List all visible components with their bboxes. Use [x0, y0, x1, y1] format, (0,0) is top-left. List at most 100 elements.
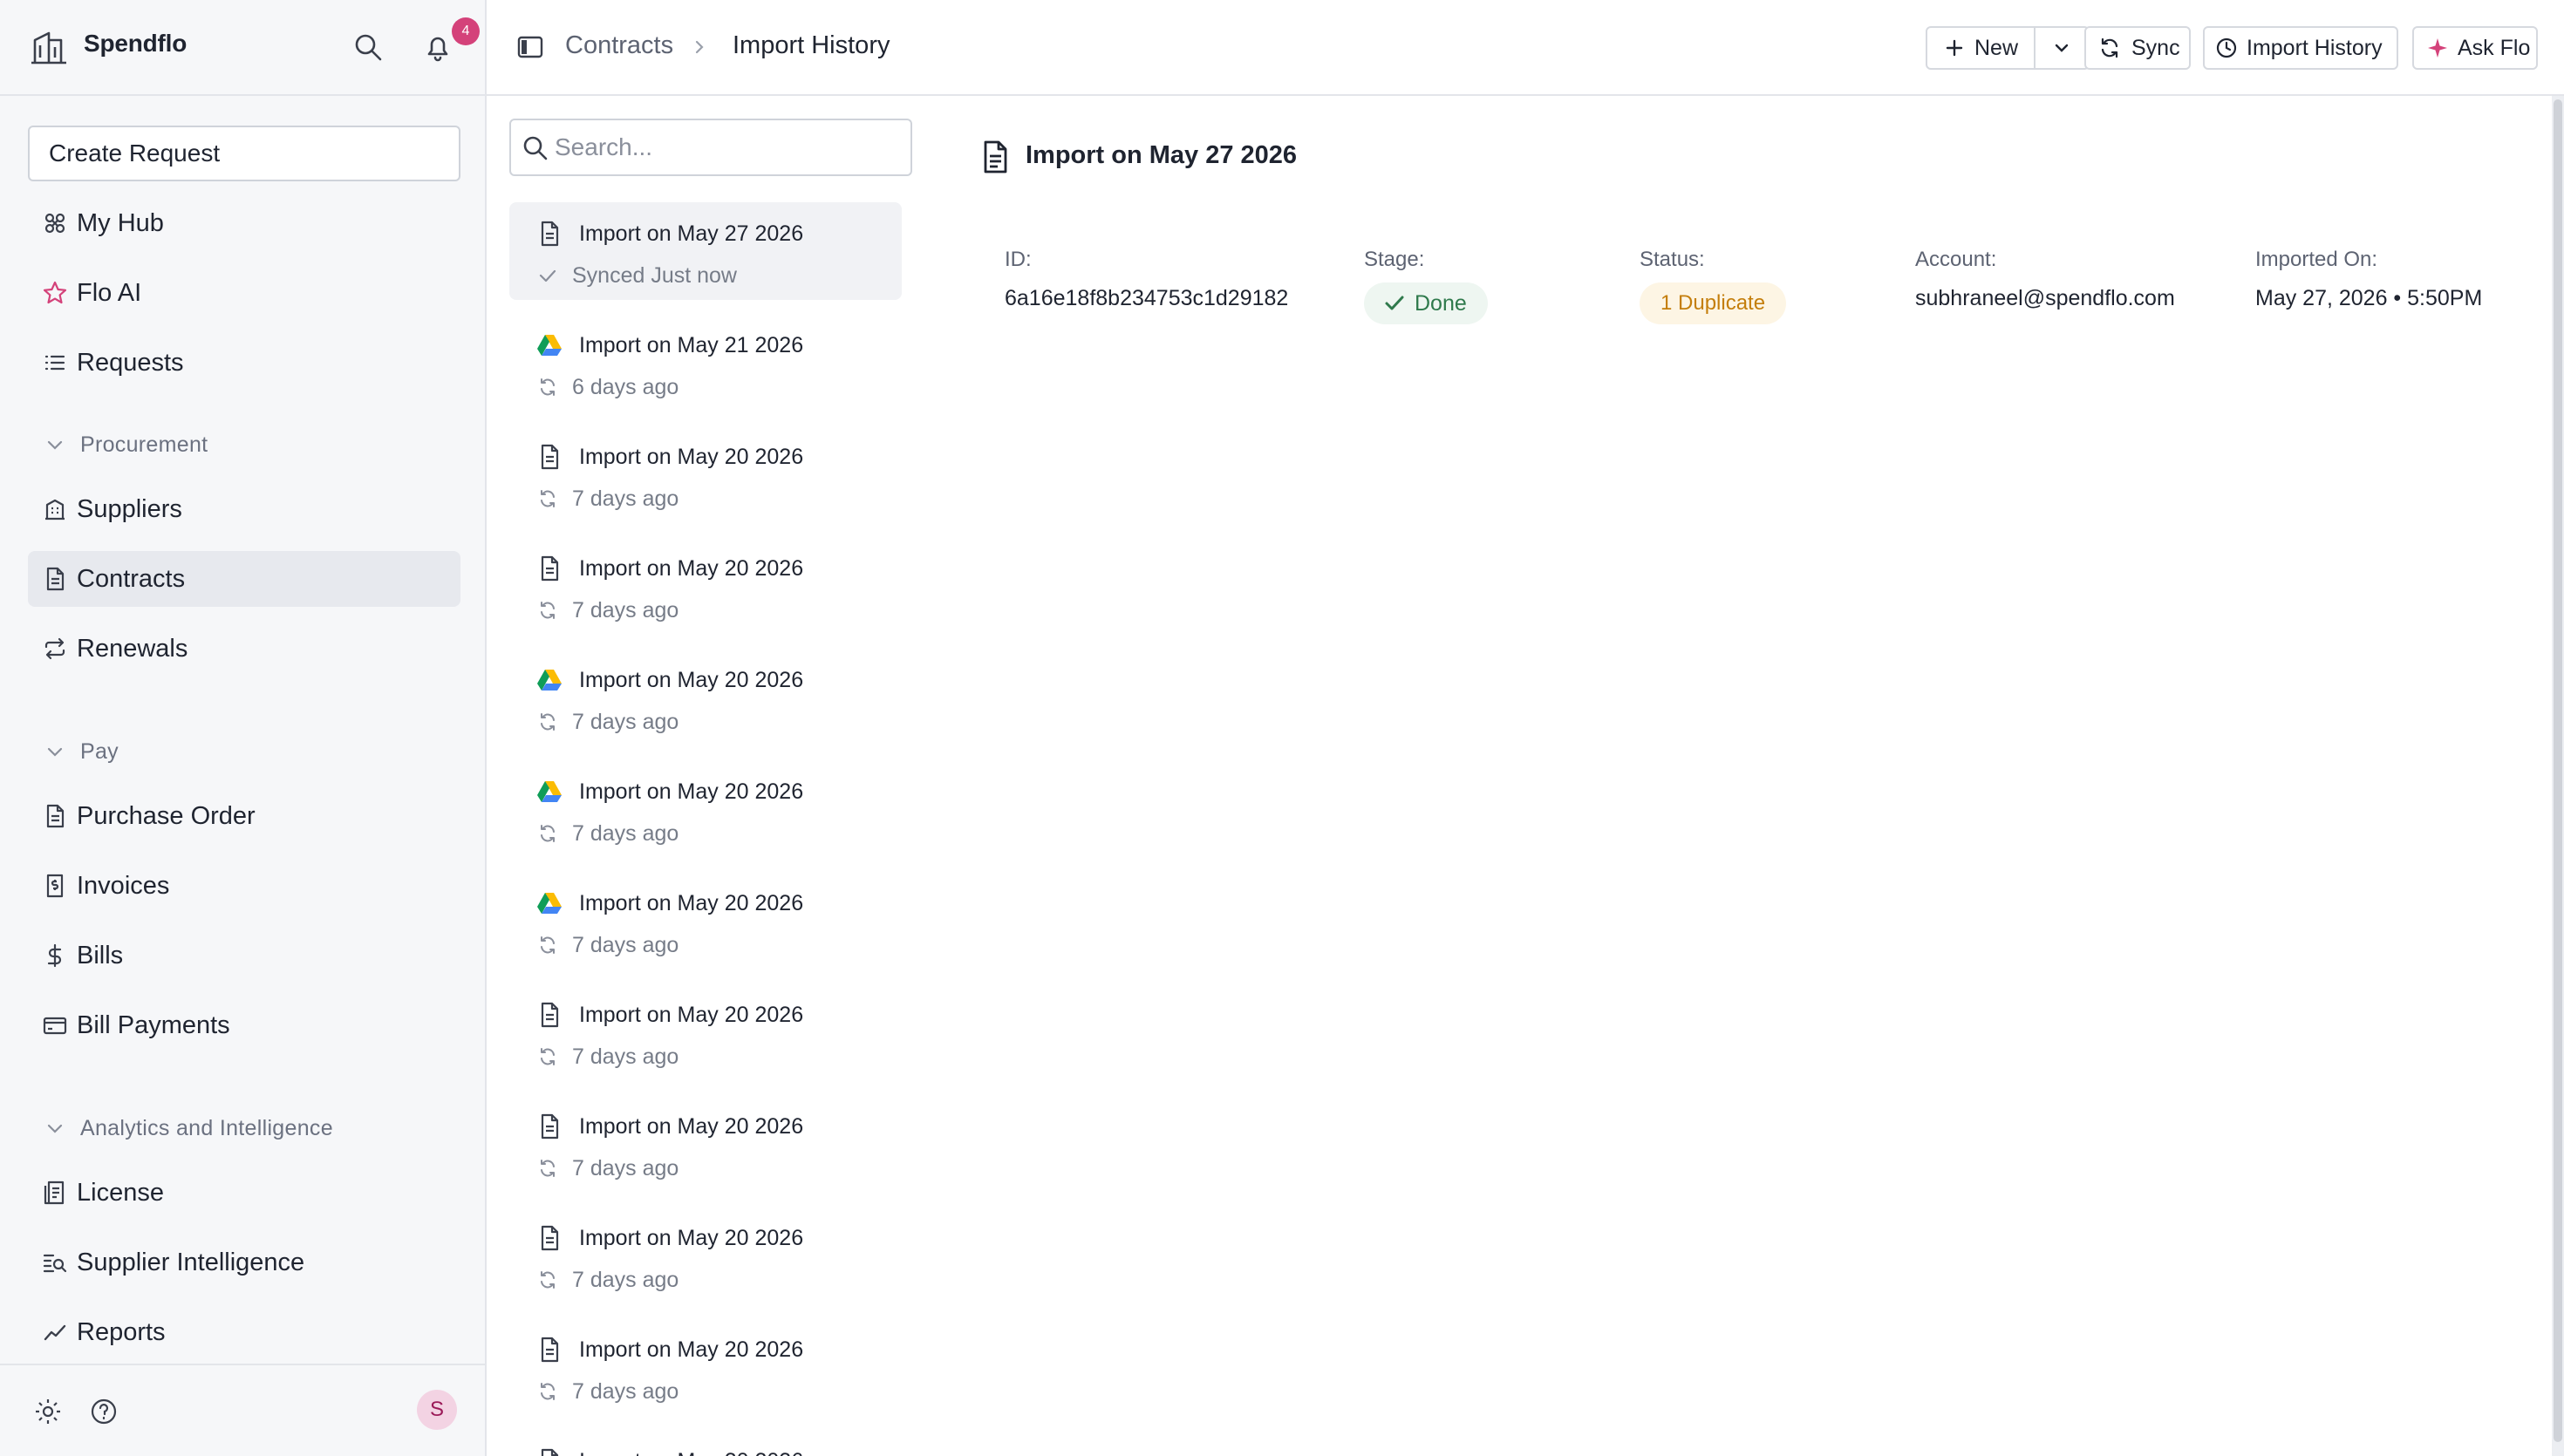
list-icon [44, 355, 65, 371]
google-drive-icon [537, 893, 562, 914]
spendflo-logo-icon [31, 31, 66, 65]
document-icon [541, 444, 559, 470]
avatar[interactable]: S [417, 1390, 457, 1430]
new-button[interactable]: New [1927, 28, 2036, 68]
import-list-item[interactable]: Import on May 20 2026 7 days ago [509, 1318, 902, 1416]
brand-name: Spendflo [84, 30, 188, 57]
stage-label: Stage: [1364, 248, 1425, 271]
account-label: Account: [1915, 248, 1997, 271]
import-list-item[interactable]: Import on May 20 2026 7 days ago [509, 649, 902, 746]
import-list-item[interactable]: Import on May 21 2026 6 days ago [509, 314, 902, 412]
import-list-item[interactable]: Import on May 20 2026 7 days ago [509, 872, 902, 970]
sidebar-item-label: Invoices [77, 871, 170, 900]
section-analytics[interactable]: Analytics and Intelligence [44, 1111, 333, 1146]
import-title: Import on May 20 2026 [579, 891, 804, 915]
sidebar-item-reports[interactable]: Reports [28, 1304, 460, 1360]
sidebar-item-flo-ai[interactable]: Flo AI [28, 265, 460, 321]
document-icon [541, 221, 559, 247]
help-icon[interactable] [89, 1397, 119, 1426]
clock-icon [2216, 37, 2237, 58]
sidebar-item-label: Requests [77, 348, 184, 377]
import-title: Import on May 20 2026 [579, 1226, 804, 1250]
import-list-item[interactable]: Import on May 20 2026 7 days ago [509, 537, 902, 635]
section-title: Procurement [80, 432, 208, 457]
import-subtitle: 7 days ago [572, 710, 679, 734]
document-icon [541, 555, 559, 582]
import-list-item[interactable]: Import on May 20 2026 7 days ago [509, 1207, 902, 1304]
sync-icon [541, 1383, 555, 1400]
sidebar-footer: S [0, 1364, 485, 1456]
search-field[interactable] [509, 119, 912, 176]
sync-icon [541, 825, 555, 842]
import-title: Import on May 20 2026 [579, 1003, 804, 1027]
check-icon [539, 269, 556, 282]
chevron-down-icon [2055, 44, 2069, 52]
stage-value: Done [1415, 291, 1467, 316]
document-icon [984, 140, 1007, 173]
sidebar-item-bill-payments[interactable]: Bill Payments [28, 997, 460, 1053]
scrollbar-thumb[interactable] [2554, 99, 2562, 1442]
building-icon [45, 499, 65, 520]
sidebar-item-label: My Hub [77, 208, 164, 237]
section-pay[interactable]: Pay [44, 734, 119, 769]
import-list-item[interactable]: Import on May 20 2026 7 days ago [509, 1095, 902, 1193]
sidebar-item-label: Supplier Intelligence [77, 1248, 305, 1276]
sidebar-toggle-icon[interactable] [515, 31, 546, 63]
import-title: Import on May 20 2026 [579, 1114, 804, 1139]
star-icon [43, 281, 67, 304]
import-list-item[interactable]: Import on May 27 2026 Synced Just now [509, 202, 902, 300]
import-list-item[interactable]: Import on May 20 2026 7 days ago [509, 760, 902, 858]
sidebar-item-purchase-order[interactable]: Purchase Order [28, 788, 460, 844]
import-subtitle: 7 days ago [572, 1379, 679, 1404]
sidebar-item-label: Renewals [77, 634, 188, 663]
sync-icon [541, 1048, 555, 1065]
import-list-item[interactable]: Import on May 20 2026 [509, 1430, 902, 1456]
breadcrumb-import-history: Import History [733, 31, 890, 59]
sidebar-item-label: License [77, 1178, 164, 1207]
section-procurement[interactable]: Procurement [44, 427, 208, 462]
chevron-down-icon [47, 747, 63, 757]
create-request-button[interactable]: Create Request [28, 126, 460, 181]
sidebar-item-my-hub[interactable]: My Hub [28, 195, 460, 251]
import-subtitle: 7 days ago [572, 486, 679, 511]
plus-icon [1946, 39, 1963, 57]
import-title: Import on May 20 2026 [579, 1337, 804, 1362]
bell-icon[interactable] [422, 31, 453, 63]
sync-icon [541, 713, 555, 731]
section-title: Analytics and Intelligence [80, 1115, 333, 1140]
ask-flo-button[interactable]: Ask Flo [2412, 26, 2538, 70]
sync-icon [541, 1271, 555, 1289]
sidebar-item-license[interactable]: License [28, 1165, 460, 1221]
search-input[interactable] [555, 127, 904, 167]
sidebar-item-contracts[interactable]: Contracts [28, 551, 460, 607]
top-bar: Contracts Import History New Sync Import… [487, 0, 2564, 96]
import-history-button-label: Import History [2247, 35, 2383, 60]
import-list-item[interactable]: Import on May 20 2026 7 days ago [509, 425, 902, 523]
hub-icon [44, 213, 65, 234]
sidebar-item-suppliers[interactable]: Suppliers [28, 481, 460, 537]
sidebar-item-requests[interactable]: Requests [28, 335, 460, 391]
gear-icon[interactable] [33, 1397, 63, 1426]
import-title: Import on May 20 2026 [579, 668, 804, 692]
section-title: Pay [80, 738, 119, 764]
detail-title: Import on May 27 2026 [1026, 141, 1298, 169]
card-icon [43, 1017, 67, 1035]
import-subtitle: 7 days ago [572, 1156, 679, 1180]
document-icon [541, 1225, 559, 1251]
import-history-button[interactable]: Import History [2203, 26, 2398, 70]
sidebar-item-supplier-intelligence[interactable]: Supplier Intelligence [28, 1235, 460, 1290]
sidebar-item-renewals[interactable]: Renewals [28, 621, 460, 677]
sidebar-item-invoices[interactable]: Invoices [28, 858, 460, 914]
sync-button[interactable]: Sync [2084, 26, 2191, 70]
sidebar-item-label: Suppliers [77, 494, 182, 523]
breadcrumb-contracts[interactable]: Contracts [565, 31, 673, 60]
sidebar-item-bills[interactable]: Bills [28, 928, 460, 983]
receipt-icon [46, 874, 64, 898]
document-icon [541, 1113, 559, 1140]
new-dropdown-button[interactable] [2036, 28, 2088, 68]
import-list-item[interactable]: Import on May 20 2026 7 days ago [509, 983, 902, 1081]
sync-icon [541, 602, 555, 619]
check-icon [1385, 296, 1404, 310]
search-icon[interactable] [352, 31, 384, 63]
main-scrollbar[interactable] [2552, 96, 2564, 1456]
